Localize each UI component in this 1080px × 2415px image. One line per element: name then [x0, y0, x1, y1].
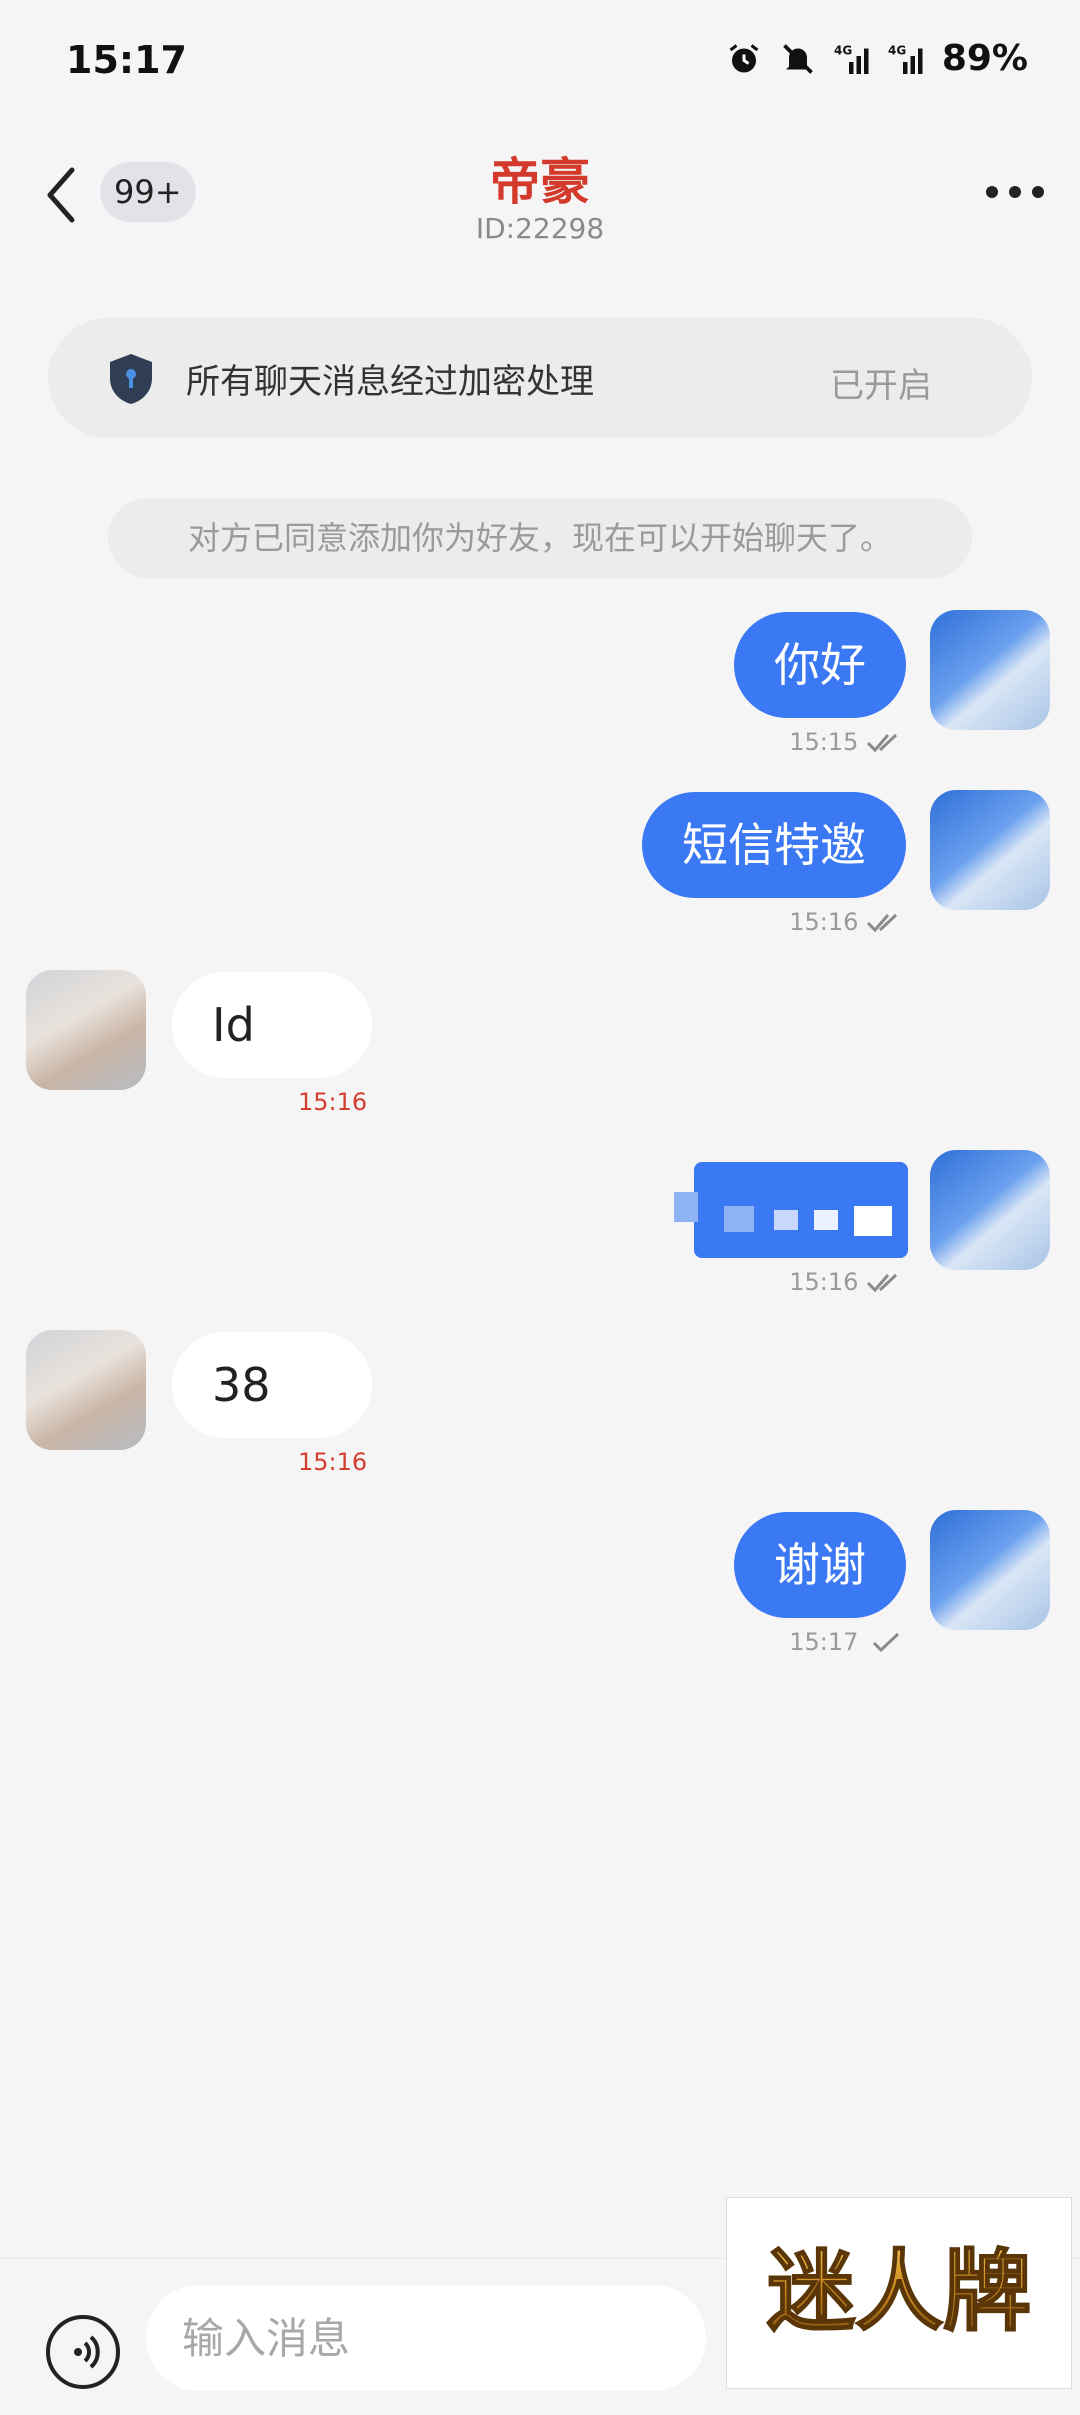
peer-avatar[interactable]: [26, 970, 146, 1090]
message-row: [930, 610, 1050, 730]
encryption-status: 已开启: [830, 366, 932, 406]
battery-percent: 89%: [941, 38, 1028, 79]
status-time: 15:17: [66, 38, 187, 82]
signal-4g-icon: 4G: [834, 43, 869, 74]
message-time: 15:15: [789, 728, 906, 756]
message-time: 15:16: [789, 908, 906, 936]
chat-title: 帝豪: [490, 153, 590, 211]
chat-subtitle: ID:22298: [475, 212, 605, 245]
message-row: [930, 790, 1050, 910]
message-bubble[interactable]: 38: [172, 1332, 372, 1438]
more-options-button[interactable]: [980, 172, 1050, 212]
double-check-icon: [866, 913, 898, 933]
system-notice: 对方已同意添加你为好友，现在可以开始聊天了。: [108, 498, 972, 578]
my-avatar[interactable]: [930, 1510, 1050, 1630]
peer-avatar[interactable]: [26, 1330, 146, 1450]
message-time: 15:16: [789, 1268, 906, 1296]
svg-text:4G: 4G: [834, 43, 852, 57]
double-check-icon: [866, 733, 898, 753]
time-label: 15:15: [789, 728, 859, 756]
double-check-icon: [866, 1273, 898, 1293]
message-time: 15:17: [789, 1628, 906, 1656]
my-avatar[interactable]: [930, 790, 1050, 910]
message-input[interactable]: [146, 2285, 706, 2391]
time-label: 15:17: [789, 1628, 859, 1656]
signal-4g-2-icon: 4G: [888, 43, 923, 74]
watermark-logo: 迷人牌: [726, 2197, 1072, 2389]
message-time: 15:16: [298, 1448, 368, 1476]
message-row: [930, 1150, 1050, 1270]
voice-icon: [74, 2335, 100, 2369]
shield-icon: [110, 354, 152, 404]
time-label: 15:16: [789, 1268, 859, 1296]
watermark-graphic: 迷人牌: [766, 2239, 1032, 2344]
bell-off-icon: [783, 43, 813, 74]
watermark-text: 迷人牌: [767, 2240, 1031, 2343]
obscured-message-bubble[interactable]: [674, 1152, 912, 1262]
message-bubble[interactable]: 短信特邀: [642, 792, 906, 898]
encryption-text: 所有聊天消息经过加密处理: [186, 362, 594, 402]
my-avatar[interactable]: [930, 610, 1050, 730]
encryption-banner[interactable]: 所有聊天消息经过加密处理 已开启: [48, 318, 1032, 438]
my-avatar[interactable]: [930, 1150, 1050, 1270]
message-row: [930, 1510, 1050, 1630]
single-check-icon: [872, 1632, 900, 1653]
message-bubble[interactable]: 你好: [734, 612, 906, 718]
alarm-icon: [729, 43, 759, 72]
message-bubble[interactable]: Id: [172, 972, 372, 1078]
svg-text:4G: 4G: [888, 43, 906, 57]
status-icons: 4G 4G 89%: [726, 38, 1028, 79]
voice-button[interactable]: [46, 2315, 120, 2389]
message-bubble[interactable]: 谢谢: [734, 1512, 906, 1618]
time-label: 15:16: [789, 908, 859, 936]
message-time: 15:16: [298, 1088, 368, 1116]
